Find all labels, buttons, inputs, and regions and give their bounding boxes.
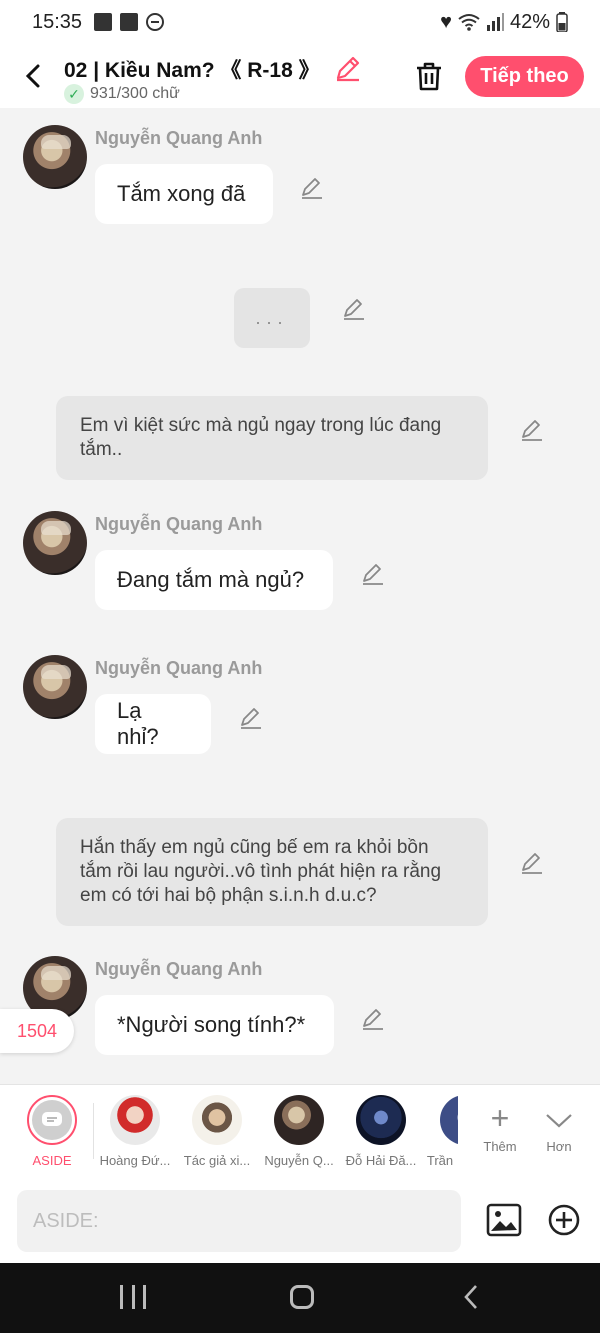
avatar [356,1095,406,1145]
character-label: Tác giả xi... [183,1153,251,1168]
gallery-notification-icon [94,13,113,31]
character-label: Nguyễn Q... [264,1153,334,1168]
do-not-disturb-icon [146,13,165,31]
next-button[interactable]: Tiếp theo [465,56,584,97]
aside-input[interactable] [17,1190,461,1252]
avatar[interactable] [23,655,87,719]
edit-pencil-icon[interactable] [361,1007,385,1031]
avatar [274,1095,324,1145]
character-label: Đỗ Hải Đă... [345,1153,417,1168]
character-item[interactable]: Tác giả xi... [176,1095,258,1168]
status-time: 15:35 [32,10,83,33]
edit-pencil-icon[interactable] [239,706,263,730]
character-name: Nguyễn Quang Anh [95,128,263,148]
add-character-button[interactable]: + Thêm [470,1097,530,1154]
edit-title-icon[interactable] [334,54,362,82]
word-count: ✓ 931/300 chữ [64,84,180,104]
signal-icon [486,13,504,31]
character-label: Trần [426,1153,454,1168]
character-item[interactable]: Trần [422,1095,458,1168]
character-selector: ASIDE Hoàng Đứ... Tác giả xi... Nguyễn Q… [0,1084,600,1180]
character-item[interactable]: Đỗ Hải Đă... [340,1095,422,1168]
character-label: Hoàng Đứ... [99,1153,171,1168]
aside-avatar [27,1095,77,1145]
home-icon[interactable] [290,1285,314,1309]
system-back-icon[interactable] [460,1283,484,1311]
character-name: Nguyễn Quang Anh [95,658,263,678]
avatar[interactable] [23,511,87,575]
chat-bubble-icon [42,1112,62,1126]
word-count-text: 931/300 chữ [90,85,180,102]
message-bubble[interactable]: Lạ nhỉ? [95,694,211,754]
plus-icon: + [490,1100,510,1136]
heart-icon: ♥ [440,10,452,33]
checkbox-notification-icon [120,13,139,31]
avatar [192,1095,242,1145]
more-button[interactable]: Hơn [529,1097,589,1154]
edit-pencil-icon[interactable] [520,418,544,442]
battery-percent: 42% [509,10,550,33]
floating-count-badge[interactable]: 1504 [0,1009,74,1053]
message-bubble[interactable]: Đang tắm mà ngủ? [95,550,333,610]
status-bar: 15:35 ♥ 42% [0,0,600,44]
narration-bubble[interactable]: Em vì kiệt sức mà ngủ ngay trong lúc đan… [56,396,488,480]
chevron-down-icon [529,1097,589,1139]
chapter-title: 02 | Kiều Nam? 《 R-18 》 [64,59,320,82]
back-arrow-icon[interactable] [20,60,48,92]
character-item[interactable]: Nguyễn Q... [258,1095,340,1168]
narration-bubble[interactable]: Hắn thấy em ngủ cũng bế em ra khỏi bồn t… [56,818,488,926]
recent-apps-icon[interactable] [120,1285,146,1309]
check-icon: ✓ [64,84,84,104]
wifi-icon [458,14,480,31]
character-item[interactable]: Hoàng Đứ... [94,1095,176,1168]
message-bubble[interactable]: Tắm xong đã [95,164,273,224]
image-icon[interactable] [486,1202,522,1238]
character-label: ASIDE [32,1153,72,1168]
avatar[interactable] [23,125,87,189]
input-bar [0,1180,600,1263]
character-aside[interactable]: ASIDE [11,1095,93,1168]
edit-pencil-icon[interactable] [520,851,544,875]
add-circle-icon[interactable] [548,1204,580,1236]
battery-icon [556,12,568,32]
add-label: Thêm [483,1139,517,1154]
more-label: Hơn [546,1139,572,1154]
edit-pencil-icon[interactable] [361,562,385,586]
message-bubble[interactable]: *Người song tính?* [95,995,334,1055]
ellipsis-bubble[interactable]: ... [234,288,310,348]
system-nav-bar [0,1263,600,1333]
edit-pencil-icon[interactable] [300,176,324,200]
character-name: Nguyễn Quang Anh [95,514,263,534]
edit-pencil-icon[interactable] [342,297,366,321]
avatar [110,1095,160,1145]
character-name: Nguyễn Quang Anh [95,959,263,979]
editor-header: 02 | Kiều Nam? 《 R-18 》 ✓ 931/300 chữ Ti… [0,44,600,108]
trash-icon[interactable] [414,60,444,92]
avatar [440,1095,458,1145]
